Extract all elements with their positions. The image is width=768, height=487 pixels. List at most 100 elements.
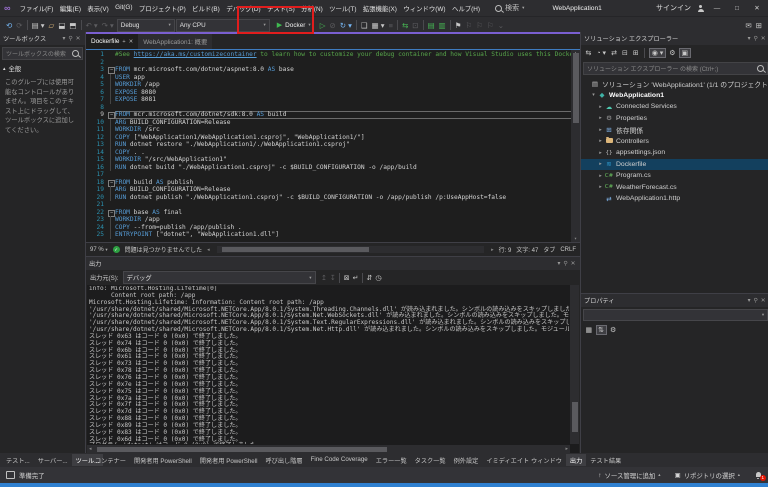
code-line[interactable]: 10 ARG BUILD_CONFIGURATION=Release — [86, 118, 580, 127]
menu-item[interactable]: 表示(V) — [84, 4, 112, 13]
menu-item[interactable]: プロジェクト(P) — [136, 4, 189, 13]
quick-actions-icon[interactable]: ≡ — [387, 21, 395, 30]
save-icon[interactable]: ⬓ — [56, 21, 67, 30]
menu-item[interactable]: 編集(E) — [57, 4, 85, 13]
code-line[interactable]: 4 USER app — [86, 73, 580, 82]
bookmark-icon[interactable]: ⚑ — [453, 21, 464, 30]
configuration-dropdown[interactable]: Debug ▾ — [116, 18, 175, 32]
menu-item[interactable]: 拡張機能(X) — [360, 4, 400, 13]
autoscroll-icon[interactable]: ⇵ — [365, 274, 374, 282]
editor-horizontal-scrollbar[interactable] — [216, 246, 485, 253]
solution-explorer-search-input[interactable]: ソリューション エクスプローラー の検索 (Ctrl+;) — [583, 62, 768, 75]
tree-item[interactable]: ▤ ソリューション 'WebApplication1' (1/1 のプロジェクト) — [581, 78, 768, 90]
code-line[interactable]: 25 ENTRYPOINT ["dotnet", "WebApplication1… — [86, 231, 580, 239]
code-line[interactable]: 15 WORKDIR "/src/WebApplication1" — [86, 156, 580, 164]
code-line[interactable]: 22 FROM base AS final — [86, 209, 580, 216]
dock-tab[interactable]: イミディエイト ウィンドウ — [482, 454, 566, 466]
close-icon[interactable]: ✕ — [759, 298, 767, 304]
tree-item[interactable]: ▸ ⚙ Properties — [581, 113, 768, 125]
sign-in-link[interactable]: サインイン — [656, 3, 691, 13]
close-icon[interactable]: ✕ — [74, 36, 82, 42]
fold-collapse-icon[interactable] — [107, 179, 115, 186]
pin-icon[interactable]: ⚲ — [752, 298, 759, 304]
scroll-right-icon[interactable]: ▸ — [491, 247, 494, 253]
code-line[interactable]: 24 COPY --from=publish /app/publish . — [86, 223, 580, 232]
toolbox-section-general[interactable]: ▴ 全般 — [0, 62, 85, 75]
user-account-icon[interactable] — [697, 4, 704, 12]
code-line[interactable]: 17 — [86, 171, 580, 179]
tree-item[interactable]: ▸ C# Program.cs — [581, 170, 768, 182]
dock-tab[interactable]: 開発者用 PowerShell — [130, 454, 196, 466]
menu-item[interactable]: テスト(S) — [264, 4, 298, 13]
tree-item[interactable]: ▸ ⊞ 依存関係 — [581, 124, 768, 136]
output-vertical-scrollbar[interactable] — [570, 285, 579, 444]
new-project-icon[interactable]: ▤ ▾ — [30, 21, 47, 30]
toolbox-search-input[interactable]: ツールボックスの検索 — [2, 47, 83, 60]
close-button[interactable]: ✕ — [750, 4, 764, 12]
fold-collapse-icon[interactable] — [107, 66, 115, 74]
categorized-icon[interactable]: ▦ — [584, 326, 594, 334]
menu-item[interactable]: ファイル(F) — [16, 4, 56, 13]
code-line[interactable]: 2 — [86, 59, 580, 67]
scrollbar-thumb[interactable] — [572, 53, 579, 123]
code-line[interactable]: 8 — [86, 104, 580, 112]
window-layout-icon[interactable]: ▦ ▾ — [370, 21, 387, 30]
code-editor[interactable]: 1 #See https://aka.ms/customizecontainer … — [86, 50, 580, 242]
code-line[interactable]: 14 COPY . . — [86, 148, 580, 157]
dock-tab[interactable]: サーバー... — [34, 454, 72, 466]
code-line[interactable]: 23 WORKDIR /app — [86, 216, 580, 224]
send-feedback-icon[interactable]: ✉ — [743, 21, 753, 30]
expander-icon[interactable]: ▸ — [597, 150, 604, 156]
nav-back-icon[interactable]: ⟲ — [4, 21, 14, 30]
bookmark-next-icon[interactable]: ⚐ — [474, 21, 485, 30]
code-line[interactable]: 21 — [86, 201, 580, 209]
search-box[interactable]: 検索 ▾ — [495, 3, 524, 13]
tree-item[interactable]: ▸ ☁ Connected Services — [581, 101, 768, 113]
menu-item[interactable]: デバッグ(D) — [223, 4, 264, 13]
platform-dropdown[interactable]: Any CPU ▾ — [175, 18, 270, 32]
navigate-symbol-icon[interactable]: ▤ — [426, 21, 437, 30]
fold-collapse-icon[interactable] — [107, 111, 115, 119]
dock-tab[interactable]: テスト... — [2, 454, 34, 466]
scroll-left-icon[interactable]: ◂ — [89, 445, 92, 453]
code-line[interactable]: 20 RUN dotnet publish "./WebApplication1.… — [86, 193, 580, 202]
properties-icon[interactable]: ⚙ — [668, 49, 677, 57]
tree-item[interactable]: ▾ ◆ WebApplication1 — [581, 90, 768, 102]
toolbar-overflow-icon[interactable]: ⌄ — [496, 21, 506, 30]
scrollbar-thumb[interactable] — [571, 402, 578, 432]
tree-item[interactable]: ▸ ≋ Dockerfile — [581, 158, 768, 170]
word-wrap-icon[interactable]: ↵ — [351, 274, 360, 282]
redo-icon[interactable]: ↷ ▾ — [100, 21, 116, 30]
indent-mode-indicator[interactable]: タブ — [543, 245, 555, 254]
start-debugging-docker-button[interactable]: ▶ Docker ▾ — [272, 19, 316, 31]
switch-views-icon[interactable]: ⇄ — [610, 49, 619, 57]
close-icon[interactable]: ✕ — [569, 261, 577, 267]
scroll-down-icon[interactable]: ▾ — [571, 236, 580, 242]
dock-tab[interactable]: エラー一覧 — [372, 454, 411, 466]
document-tab-dockerfile[interactable]: Dockerfile + ✕ — [86, 34, 139, 49]
start-without-debugging-icon[interactable]: ▷ — [318, 21, 328, 30]
health-indicator[interactable]: 問題は見つかりませんでした — [125, 245, 203, 254]
fold-collapse-icon[interactable] — [107, 209, 115, 216]
code-line[interactable]: 13 RUN dotnet restore "./WebApplication1/… — [86, 141, 580, 149]
tree-item[interactable]: ▸ Controllers — [581, 136, 768, 148]
dock-tab[interactable]: テスト結果 — [586, 454, 625, 466]
scroll-left-icon[interactable]: ◂ — [207, 247, 210, 253]
preview-selected-icon[interactable]: ◉ ▾ — [649, 47, 666, 58]
code-line[interactable]: 9 FROM mcr.microsoft.com/dotnet/sdk:8.0 A… — [86, 111, 580, 119]
output-console[interactable]: info: Microsoft.Hosting.Lifetime[0] Cont… — [89, 286, 569, 444]
eol-indicator[interactable]: CRLF — [560, 247, 576, 253]
dock-tab[interactable]: Fine Code Coverage — [307, 454, 372, 466]
editor-vertical-scrollbar[interactable]: ▴ ▾ — [571, 50, 580, 242]
code-line[interactable]: 19 ARG BUILD_CONFIGURATION=Release — [86, 186, 580, 194]
expander-icon[interactable]: ▸ — [597, 127, 604, 133]
pin-icon[interactable]: ⚲ — [752, 36, 759, 42]
code-line[interactable]: 6 EXPOSE 8080 — [86, 88, 580, 97]
close-tab-icon[interactable]: ✕ — [129, 39, 134, 45]
preview-features-icon[interactable]: ⊞ — [754, 21, 764, 30]
minimize-button[interactable]: — — [710, 5, 724, 12]
code-line[interactable]: 5 WORKDIR /app — [86, 81, 580, 89]
hot-reload-icon[interactable]: ↻ ▾ — [338, 21, 354, 30]
navigate-all-icon[interactable]: ▥ — [437, 21, 448, 30]
menu-item[interactable]: Git(G) — [112, 4, 136, 13]
